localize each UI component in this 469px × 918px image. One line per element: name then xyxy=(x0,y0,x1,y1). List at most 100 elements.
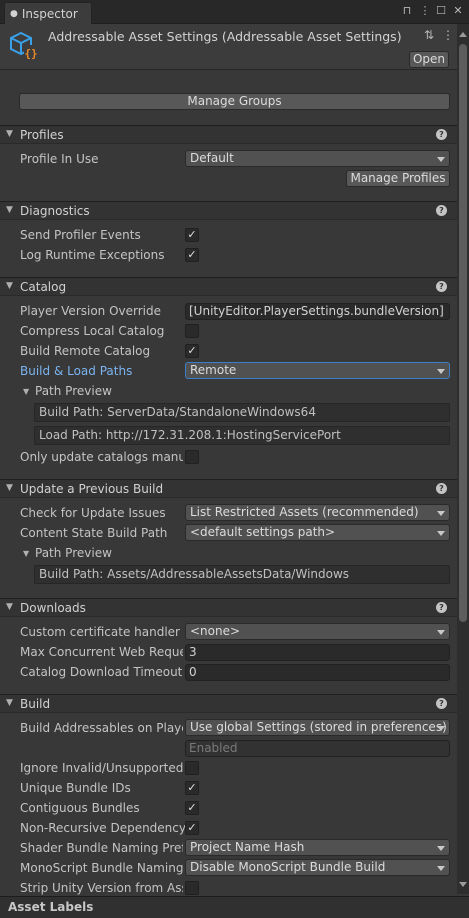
help-icon[interactable]: ? xyxy=(436,205,447,216)
monoscript-bundle-naming-dropdown[interactable]: Disable MonoScript Bundle Build xyxy=(185,859,450,876)
caret-down-icon xyxy=(437,866,445,871)
unique-bundle-ids-checkbox[interactable]: ✓ xyxy=(185,781,199,795)
caret-down-icon xyxy=(437,157,445,162)
section-diagnostics[interactable]: ▼ Diagnostics ? xyxy=(0,201,457,220)
send-profiler-events-label: Send Profiler Events xyxy=(20,228,141,242)
manage-profiles-button[interactable]: Manage Profiles xyxy=(346,170,450,187)
log-runtime-exceptions-checkbox[interactable]: ✓ xyxy=(185,248,199,262)
addressable-settings-icon: {} xyxy=(10,31,38,60)
section-diagnostics-title: Diagnostics xyxy=(20,204,90,218)
send-profiler-events-checkbox[interactable]: ✓ xyxy=(185,228,199,242)
compress-local-catalog-checkbox[interactable] xyxy=(185,324,199,338)
close-icon[interactable]: ✕ xyxy=(451,4,465,17)
contiguous-bundles-checkbox[interactable]: ✓ xyxy=(185,801,199,815)
section-downloads-title: Downloads xyxy=(20,601,86,615)
section-update-title: Update a Previous Build xyxy=(20,482,164,496)
build-load-paths-value: Remote xyxy=(190,363,237,377)
profile-in-use-label: Profile In Use xyxy=(20,152,99,166)
caret-down-icon xyxy=(437,630,445,635)
header-title: Addressable Asset Settings (Addressable … xyxy=(48,29,402,44)
expanded-arrow-icon: ▼ xyxy=(6,129,13,139)
open-button[interactable]: Open xyxy=(409,51,449,68)
build-load-paths-label: Build & Load Paths xyxy=(20,364,133,378)
update-build-path: Build Path: Assets/AddressableAssetsData… xyxy=(34,565,450,584)
expanded-arrow-icon: ▼ xyxy=(6,602,13,612)
compress-local-catalog-label: Compress Local Catalog xyxy=(20,324,165,338)
lock-icon[interactable]: ⊓ xyxy=(400,4,414,17)
scroll-down-arrow-icon[interactable] xyxy=(459,882,467,887)
non-recursive-dependency-checkbox[interactable]: ✓ xyxy=(185,821,199,835)
expanded-arrow-icon[interactable]: ▼ xyxy=(23,387,29,396)
contiguous-bundles-label: Contiguous Bundles xyxy=(20,801,140,815)
menu-icon[interactable]: ⋮ xyxy=(418,4,432,17)
section-profiles[interactable]: ▼ Profiles ? xyxy=(0,125,457,144)
max-concurrent-field[interactable]: 3 xyxy=(185,644,450,661)
caret-down-icon xyxy=(437,531,445,536)
expanded-arrow-icon: ▼ xyxy=(6,281,13,291)
section-build-title: Build xyxy=(20,697,51,711)
shader-bundle-naming-value: Project Name Hash xyxy=(190,840,305,854)
more-icon[interactable]: ⋮ xyxy=(442,28,454,42)
unique-bundle-ids-label: Unique Bundle IDs xyxy=(20,781,131,795)
caret-down-icon xyxy=(437,846,445,851)
svg-text:{}: {} xyxy=(24,47,37,60)
custom-certificate-handler-label: Custom certificate handler xyxy=(20,625,180,639)
asset-labels-bar[interactable]: Asset Labels xyxy=(0,896,469,918)
tab-bar: ● Inspector ⊓ ⋮ ☐ ✕ xyxy=(0,0,469,24)
inspector-header: {} Addressable Asset Settings (Addressab… xyxy=(0,24,457,70)
monoscript-bundle-naming-value: Disable MonoScript Bundle Build xyxy=(190,860,386,874)
shader-bundle-naming-dropdown[interactable]: Project Name Hash xyxy=(185,839,450,856)
build-addressables-on-player-label: Build Addressables on Player xyxy=(20,721,183,735)
ignore-invalid-checkbox[interactable] xyxy=(185,761,199,775)
monoscript-bundle-naming-label: MonoScript Bundle Naming P xyxy=(20,861,183,875)
section-build[interactable]: ▼ Build ? xyxy=(0,694,457,713)
strip-unity-version-checkbox[interactable] xyxy=(185,881,199,895)
build-load-paths-dropdown[interactable]: Remote xyxy=(185,362,450,379)
check-for-update-issues-dropdown[interactable]: List Restricted Assets (recommended) xyxy=(185,504,450,521)
help-icon[interactable]: ? xyxy=(436,129,447,140)
scrollbar-thumb[interactable] xyxy=(459,44,467,622)
expanded-arrow-icon[interactable]: ▼ xyxy=(23,549,29,558)
custom-certificate-handler-dropdown[interactable]: <none> xyxy=(185,623,450,640)
vertical-scrollbar[interactable] xyxy=(457,24,469,894)
help-icon[interactable]: ? xyxy=(436,483,447,494)
catalog-path-preview-label: Path Preview xyxy=(35,384,112,398)
non-recursive-dependency-label: Non-Recursive Dependency xyxy=(20,821,186,835)
expanded-arrow-icon: ▼ xyxy=(6,483,13,493)
build-remote-catalog-checkbox[interactable]: ✓ xyxy=(185,344,199,358)
info-icon: ● xyxy=(10,8,18,19)
player-version-override-field[interactable]: [UnityEditor.PlayerSettings.bundleVersio… xyxy=(185,303,450,320)
section-update-previous-build[interactable]: ▼ Update a Previous Build ? xyxy=(0,479,457,498)
player-version-override-label: Player Version Override xyxy=(20,304,162,318)
catalog-download-timeout-label: Catalog Download Timeout xyxy=(20,665,183,679)
profile-in-use-dropdown[interactable]: Default xyxy=(185,150,450,167)
content-state-build-path-dropdown[interactable]: <default settings path> xyxy=(185,524,450,541)
custom-certificate-handler-value: <none> xyxy=(190,624,241,638)
sliders-icon[interactable]: ⇅ xyxy=(424,28,434,42)
tab-inspector[interactable]: ● Inspector xyxy=(4,2,92,24)
log-runtime-exceptions-label: Log Runtime Exceptions xyxy=(20,248,165,262)
asset-labels-title: Asset Labels xyxy=(8,900,94,914)
section-catalog[interactable]: ▼ Catalog ? xyxy=(0,277,457,296)
help-icon[interactable]: ? xyxy=(436,281,447,292)
caret-down-icon xyxy=(437,369,445,374)
caret-down-icon xyxy=(437,726,445,731)
section-catalog-title: Catalog xyxy=(20,280,67,294)
help-icon[interactable]: ? xyxy=(436,602,447,613)
section-downloads[interactable]: ▼ Downloads ? xyxy=(0,598,457,617)
manage-groups-button[interactable]: Manage Groups xyxy=(19,93,450,110)
shader-bundle-naming-label: Shader Bundle Naming Prefix xyxy=(20,841,183,855)
enabled-field: Enabled xyxy=(185,740,450,757)
scroll-up-arrow-icon[interactable] xyxy=(459,32,467,37)
catalog-download-timeout-field[interactable]: 0 xyxy=(185,664,450,681)
max-concurrent-label: Max Concurrent Web Reques xyxy=(20,645,183,659)
help-icon[interactable]: ? xyxy=(436,698,447,709)
profile-in-use-value: Default xyxy=(190,151,234,165)
content-state-build-path-value: <default settings path> xyxy=(190,525,336,539)
caret-down-icon xyxy=(437,511,445,516)
build-addressables-on-player-dropdown[interactable]: Use global Settings (stored in preferenc… xyxy=(185,719,450,736)
section-profiles-title: Profiles xyxy=(20,128,64,142)
maximize-icon[interactable]: ☐ xyxy=(434,4,448,17)
only-update-catalogs-checkbox[interactable] xyxy=(185,450,199,464)
check-for-update-issues-value: List Restricted Assets (recommended) xyxy=(190,505,419,519)
